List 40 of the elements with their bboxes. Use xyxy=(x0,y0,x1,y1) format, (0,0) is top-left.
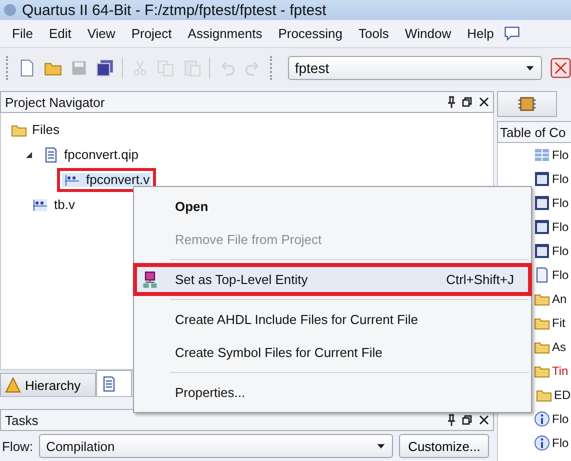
menu-item[interactable]: Processing xyxy=(270,26,351,41)
report-item[interactable]: Flo xyxy=(552,412,569,426)
flow-dropdown[interactable]: Compilation xyxy=(39,434,394,458)
menu-item[interactable]: Set as Top-Level Entity Ctrl+Shift+J xyxy=(133,263,532,296)
tab[interactable]: Hierarchy xyxy=(0,373,96,396)
panel-title: Tasks xyxy=(5,412,38,428)
report-item[interactable]: Flo xyxy=(552,220,569,234)
menu-item[interactable]: Create AHDL Include Files for Current File xyxy=(133,303,532,336)
menu-item[interactable]: View xyxy=(79,26,124,41)
tree-item[interactable]: fpconvert.v xyxy=(57,168,156,192)
customize-button[interactable]: Customize... xyxy=(399,434,490,458)
report-item[interactable]: Flo xyxy=(552,148,569,162)
menu-item[interactable]: Window xyxy=(396,26,460,41)
menu-item[interactable]: Assignments xyxy=(180,26,270,41)
report-item[interactable]: Flo xyxy=(552,196,569,210)
window-title: Quartus II 64-Bit - F:/ztmp/fptest/fptest - fptest xyxy=(22,2,326,18)
report-item[interactable]: Flo xyxy=(552,244,569,258)
tree-item[interactable]: Files xyxy=(5,118,66,142)
report-header: Table of Co xyxy=(497,121,571,143)
report-item[interactable]: Flo xyxy=(552,172,569,186)
menu-item[interactable]: Create Symbol Files for Current File xyxy=(133,336,532,369)
report-item[interactable]: Flo xyxy=(552,268,569,282)
report-item[interactable]: As xyxy=(552,340,566,354)
menu-item[interactable]: Help xyxy=(459,26,502,41)
menu-item[interactable]: Project xyxy=(123,26,180,41)
report-item[interactable]: Flo xyxy=(552,436,569,450)
tree-item[interactable]: tb.v xyxy=(25,192,81,216)
report-item[interactable]: ED xyxy=(554,388,571,402)
report-item[interactable]: Fit xyxy=(552,316,566,330)
tree-item[interactable]: fpconvert.qip xyxy=(37,142,144,166)
report-item[interactable]: An xyxy=(552,292,567,306)
report-item[interactable]: Tin xyxy=(552,364,568,378)
menu-item[interactable]: Open xyxy=(133,190,532,223)
menu-item[interactable]: Edit xyxy=(40,26,80,41)
flow-label: Flow: xyxy=(2,438,34,454)
menu-item[interactable]: File xyxy=(4,26,41,41)
panel-title: Project Navigator xyxy=(5,94,105,110)
project-dropdown[interactable]: fptest xyxy=(288,56,542,80)
menu-item[interactable]: Properties... xyxy=(133,376,532,409)
menu-item[interactable]: Tools xyxy=(350,26,397,41)
